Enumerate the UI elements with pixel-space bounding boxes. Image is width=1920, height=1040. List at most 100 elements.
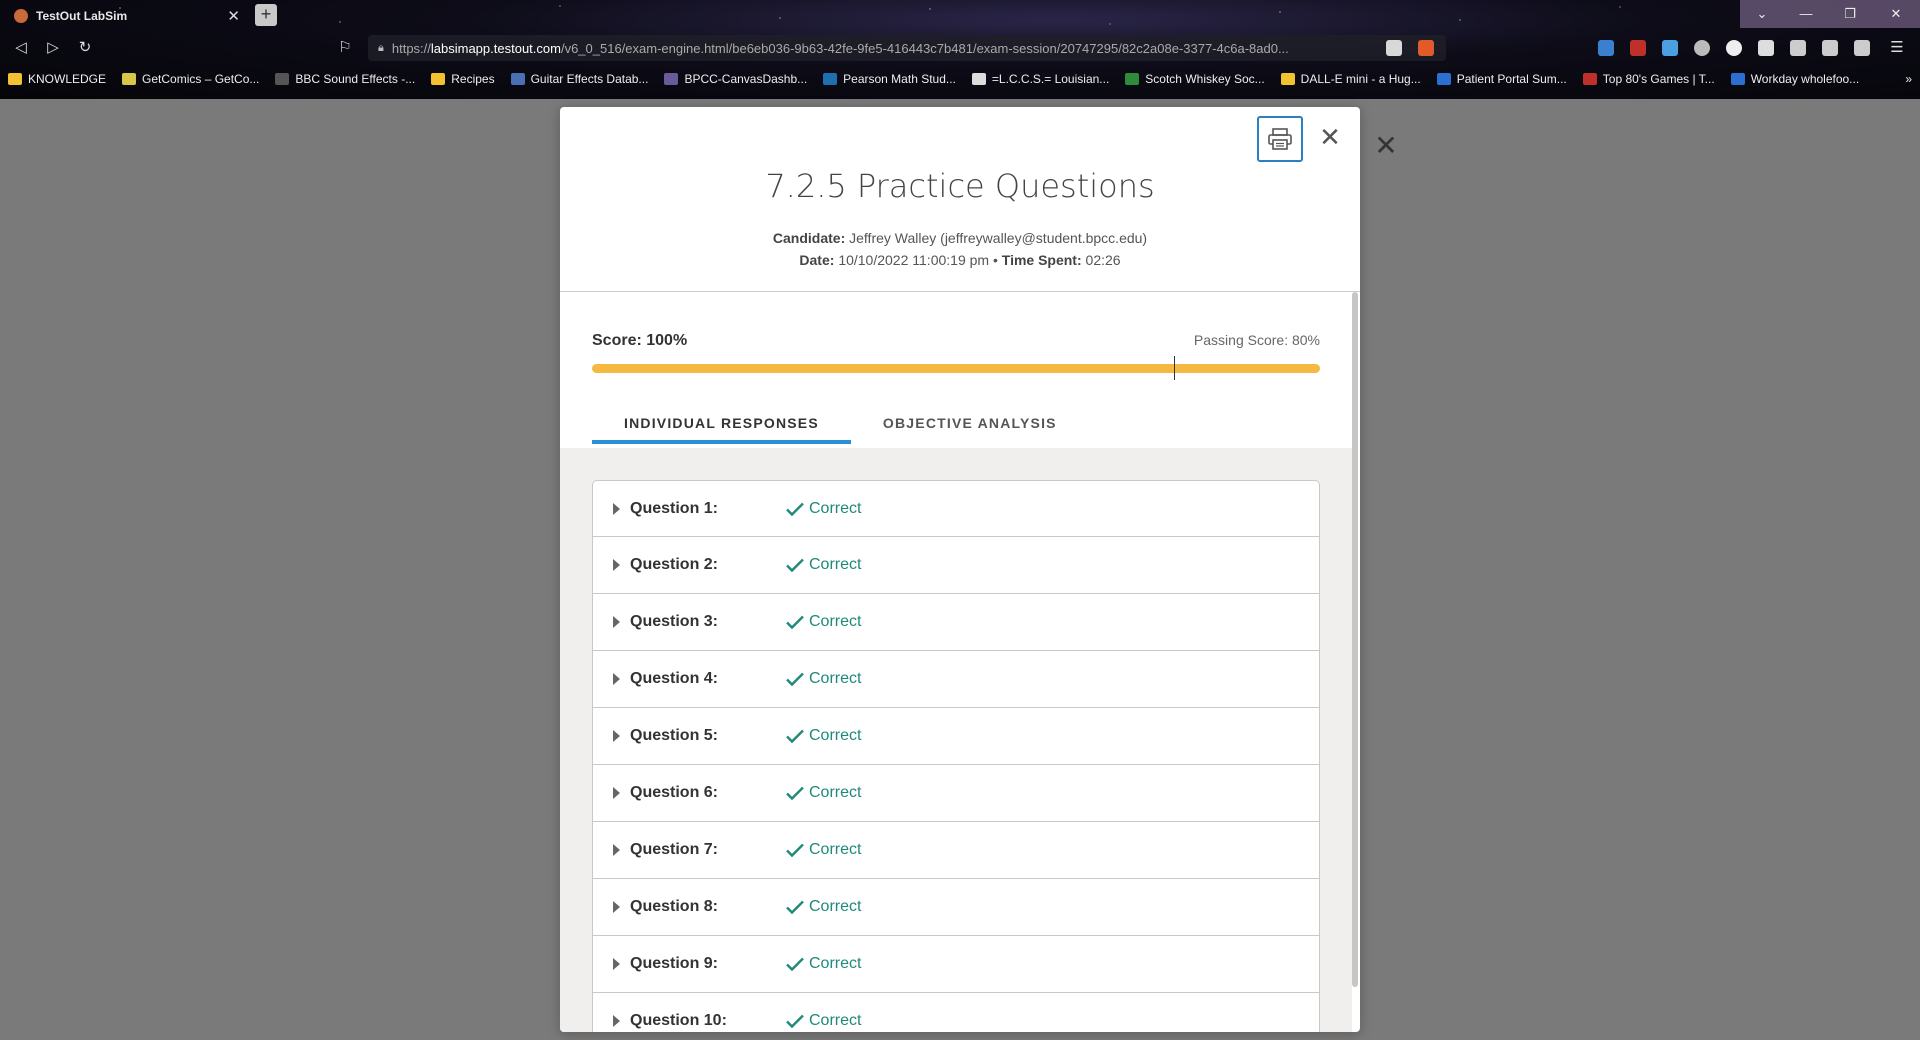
question-list: Question 1: Correct Question 2: Correct Ques… <box>592 480 1320 1032</box>
bookmark-item[interactable]: Patient Portal Sum... <box>1429 72 1575 86</box>
bookmark-label: Workday wholefoo... <box>1750 72 1860 86</box>
address-bar[interactable]: 🔒︎ https://labsimapp.testout.com/v6_0_51… <box>368 35 1446 61</box>
question-row[interactable]: Question 5: Correct <box>592 708 1320 765</box>
caret-right-icon[interactable] <box>613 958 620 970</box>
new-tab-button[interactable]: + <box>255 4 277 26</box>
question-status: Correct <box>809 955 862 972</box>
question-status: Correct <box>809 784 862 801</box>
caret-right-icon[interactable] <box>613 502 620 515</box>
question-row[interactable]: Question 7: Correct <box>592 822 1320 879</box>
window-close-icon[interactable]: ✕ <box>1872 0 1920 28</box>
circle-extension-icon[interactable] <box>1726 40 1742 56</box>
bookmark-label: GetComics – GetCo... <box>142 72 260 86</box>
bookmark-item[interactable]: =L.C.C.S.= Louisian... <box>964 72 1117 86</box>
sidebar-icon[interactable] <box>1822 40 1838 56</box>
brave-rewards-icon[interactable] <box>1418 40 1434 56</box>
bookmark-label: Top 80's Games | T... <box>1602 72 1715 86</box>
translate-extension-icon[interactable] <box>1598 40 1614 56</box>
tab-search-icon[interactable]: ⌄ <box>1740 0 1784 28</box>
question-row[interactable]: Question 3: Correct <box>592 594 1320 651</box>
lock-icon: 🔒︎ <box>378 41 384 54</box>
question-status: Correct <box>809 613 862 630</box>
caret-right-icon[interactable] <box>613 730 620 742</box>
results-tabs: INDIVIDUAL RESPONSES OBJECTIVE ANALYSIS <box>592 404 1089 444</box>
url-host: labsimapp.testout.com <box>430 40 561 56</box>
tab-title: TestOut LabSim <box>36 9 128 23</box>
score-progress-bar <box>592 356 1320 380</box>
date-label: Date: <box>799 252 835 268</box>
bookmark-favicon-icon <box>1436 73 1451 85</box>
bookmark-item[interactable]: Top 80's Games | T... <box>1575 72 1723 86</box>
question-row[interactable]: Question 1: Correct <box>592 480 1320 537</box>
question-status: Correct <box>809 1012 862 1029</box>
caret-right-icon[interactable] <box>613 844 620 856</box>
bookmark-item[interactable]: BBC Sound Effects -... <box>267 72 423 86</box>
bookmark-item[interactable]: Pearson Math Stud... <box>815 72 964 86</box>
modal-scrollbar[interactable] <box>1352 292 1358 987</box>
wallet-icon[interactable] <box>1854 40 1870 56</box>
caret-right-icon[interactable] <box>613 787 620 799</box>
tab-favicon-icon <box>14 9 28 23</box>
candidate-label: Candidate: <box>772 230 846 246</box>
react-extension-icon[interactable] <box>1662 40 1678 56</box>
reload-icon[interactable]: ↻ <box>74 37 96 59</box>
bookmark-item[interactable]: BPCC-CanvasDashb... <box>656 72 815 86</box>
bookmark-this-icon[interactable]: ⚐ <box>334 37 356 59</box>
s-extension-icon[interactable] <box>1630 40 1646 56</box>
score-progress-fill <box>592 364 1320 373</box>
back-icon[interactable]: ◁ <box>10 37 32 59</box>
results-scroll-area[interactable]: Score: 100% Passing Score: 80% INDIVIDUA… <box>560 292 1360 1032</box>
bookmark-item[interactable]: Recipes <box>423 72 502 86</box>
bookmark-favicon-icon <box>8 73 22 85</box>
forward-icon[interactable]: ▷ <box>42 37 64 59</box>
bookmark-item[interactable]: DALL-E mini - a Hug... <box>1273 72 1429 86</box>
question-row[interactable]: Question 4: Correct <box>592 651 1320 708</box>
question-label: Question 3: <box>630 613 719 630</box>
question-row[interactable]: Question 9: Correct <box>592 936 1320 993</box>
caret-right-icon[interactable] <box>613 1015 620 1027</box>
bookmark-label: KNOWLEDGE <box>28 72 107 86</box>
question-label: Question 9: <box>630 955 719 972</box>
bookmark-label: BBC Sound Effects -... <box>295 72 416 86</box>
bookmark-item[interactable]: KNOWLEDGE <box>0 72 114 86</box>
question-label: Question 2: <box>630 556 719 573</box>
passing-score-marker <box>1174 356 1176 380</box>
tab-close-icon[interactable]: ✕ <box>227 7 240 25</box>
w-extension-icon[interactable] <box>1694 40 1710 56</box>
bookmark-item[interactable]: Guitar Effects Datab... <box>503 72 657 86</box>
print-button[interactable] <box>1257 116 1303 162</box>
reading-list-icon[interactable] <box>1790 40 1806 56</box>
question-status: Correct <box>809 556 862 573</box>
bookmark-favicon-icon <box>431 73 446 85</box>
checkmark-icon <box>786 900 804 915</box>
brave-shields-icon[interactable] <box>1386 40 1402 56</box>
caret-right-icon[interactable] <box>613 616 620 628</box>
extensions-puzzle-icon[interactable] <box>1758 40 1774 56</box>
caret-right-icon[interactable] <box>613 673 620 685</box>
question-row[interactable]: Question 2: Correct <box>592 537 1320 594</box>
backdrop-close-icon[interactable]: ✕ <box>1372 132 1400 160</box>
bookmark-item[interactable]: Scotch Whiskey Soc... <box>1117 72 1272 86</box>
bookmark-item[interactable]: GetComics – GetCo... <box>114 72 267 86</box>
question-row[interactable]: Question 8: Correct <box>592 879 1320 936</box>
checkmark-icon <box>786 843 804 858</box>
close-icon[interactable]: ✕ <box>1314 121 1346 153</box>
question-row[interactable]: Question 10: Correct <box>592 993 1320 1032</box>
bookmark-label: DALL-E mini - a Hug... <box>1300 72 1421 86</box>
candidate-value: Jeffrey Walley (jeffreywalley@student.bp… <box>849 230 1148 246</box>
caret-right-icon[interactable] <box>613 559 620 571</box>
navigation-bar: ◁ ▷ ↻ ⚐ 🔒︎ https://labsimapp.testout.com… <box>0 33 1920 63</box>
tab-individual-responses[interactable]: INDIVIDUAL RESPONSES <box>592 404 851 444</box>
restore-icon[interactable]: ❐ <box>1828 0 1872 28</box>
question-status: Correct <box>809 898 862 915</box>
caret-right-icon[interactable] <box>613 901 620 913</box>
minimize-icon[interactable]: — <box>1784 0 1828 28</box>
question-row[interactable]: Question 6: Correct <box>592 765 1320 822</box>
bookmark-item[interactable]: Workday wholefoo... <box>1723 72 1868 86</box>
checkmark-icon <box>786 672 804 687</box>
bookmarks-overflow-icon[interactable]: » <box>1897 72 1920 86</box>
browser-tab[interactable]: TestOut LabSim ✕ <box>6 3 248 29</box>
tab-objective-analysis[interactable]: OBJECTIVE ANALYSIS <box>851 404 1089 442</box>
menu-icon[interactable]: ☰ <box>1886 37 1908 59</box>
passing-score-label: Passing Score: 80% <box>1193 332 1320 348</box>
